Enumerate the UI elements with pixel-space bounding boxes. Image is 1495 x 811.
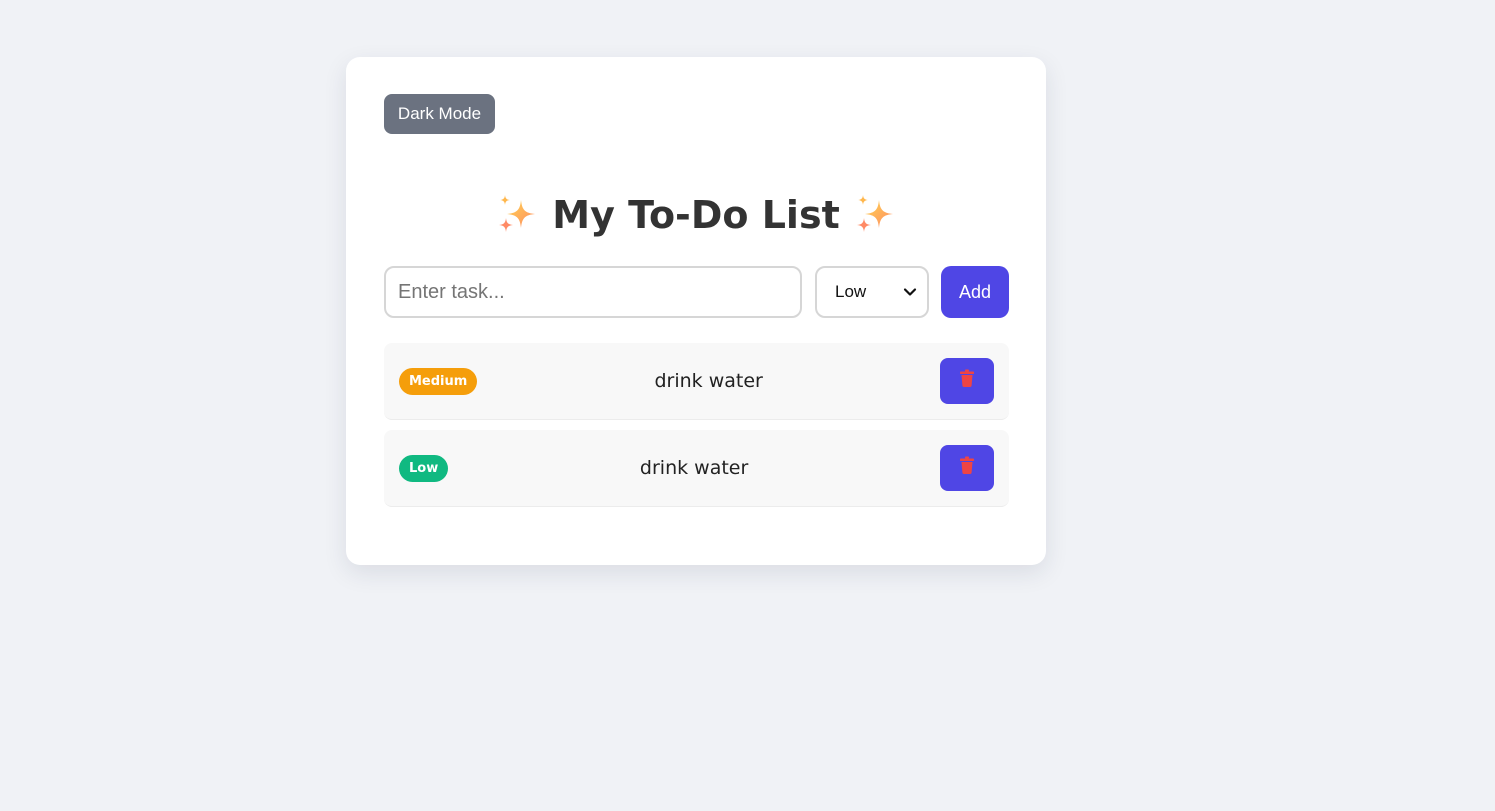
delete-task-button[interactable]: [940, 445, 994, 491]
task-input[interactable]: [384, 266, 802, 318]
trash-icon: [960, 369, 974, 387]
chevron-down-icon: [903, 288, 917, 296]
page-title-text: My To-Do List: [552, 193, 840, 237]
add-task-button[interactable]: Add: [941, 266, 1009, 318]
priority-badge: Low: [399, 454, 449, 482]
delete-task-button[interactable]: [940, 358, 994, 404]
priority-badge: Medium: [399, 367, 478, 395]
page-title: My To-Do List: [346, 191, 1046, 240]
dark-mode-button[interactable]: Dark Mode: [384, 94, 495, 134]
priority-select-value: Low: [835, 282, 867, 301]
sparkles-icon: [856, 194, 893, 232]
task-list: Medium drink water Low drink water: [384, 343, 1009, 517]
task-text: drink water: [639, 457, 749, 479]
task-item: Medium drink water: [384, 343, 1009, 420]
priority-select[interactable]: Low: [815, 266, 929, 318]
trash-icon: [960, 456, 974, 474]
task-text: drink water: [654, 370, 763, 392]
sparkles-icon: [499, 194, 536, 232]
task-item: Low drink water: [384, 430, 1009, 507]
todo-card: Dark Mode My To-Do List Enter task... Lo…: [346, 57, 1046, 565]
